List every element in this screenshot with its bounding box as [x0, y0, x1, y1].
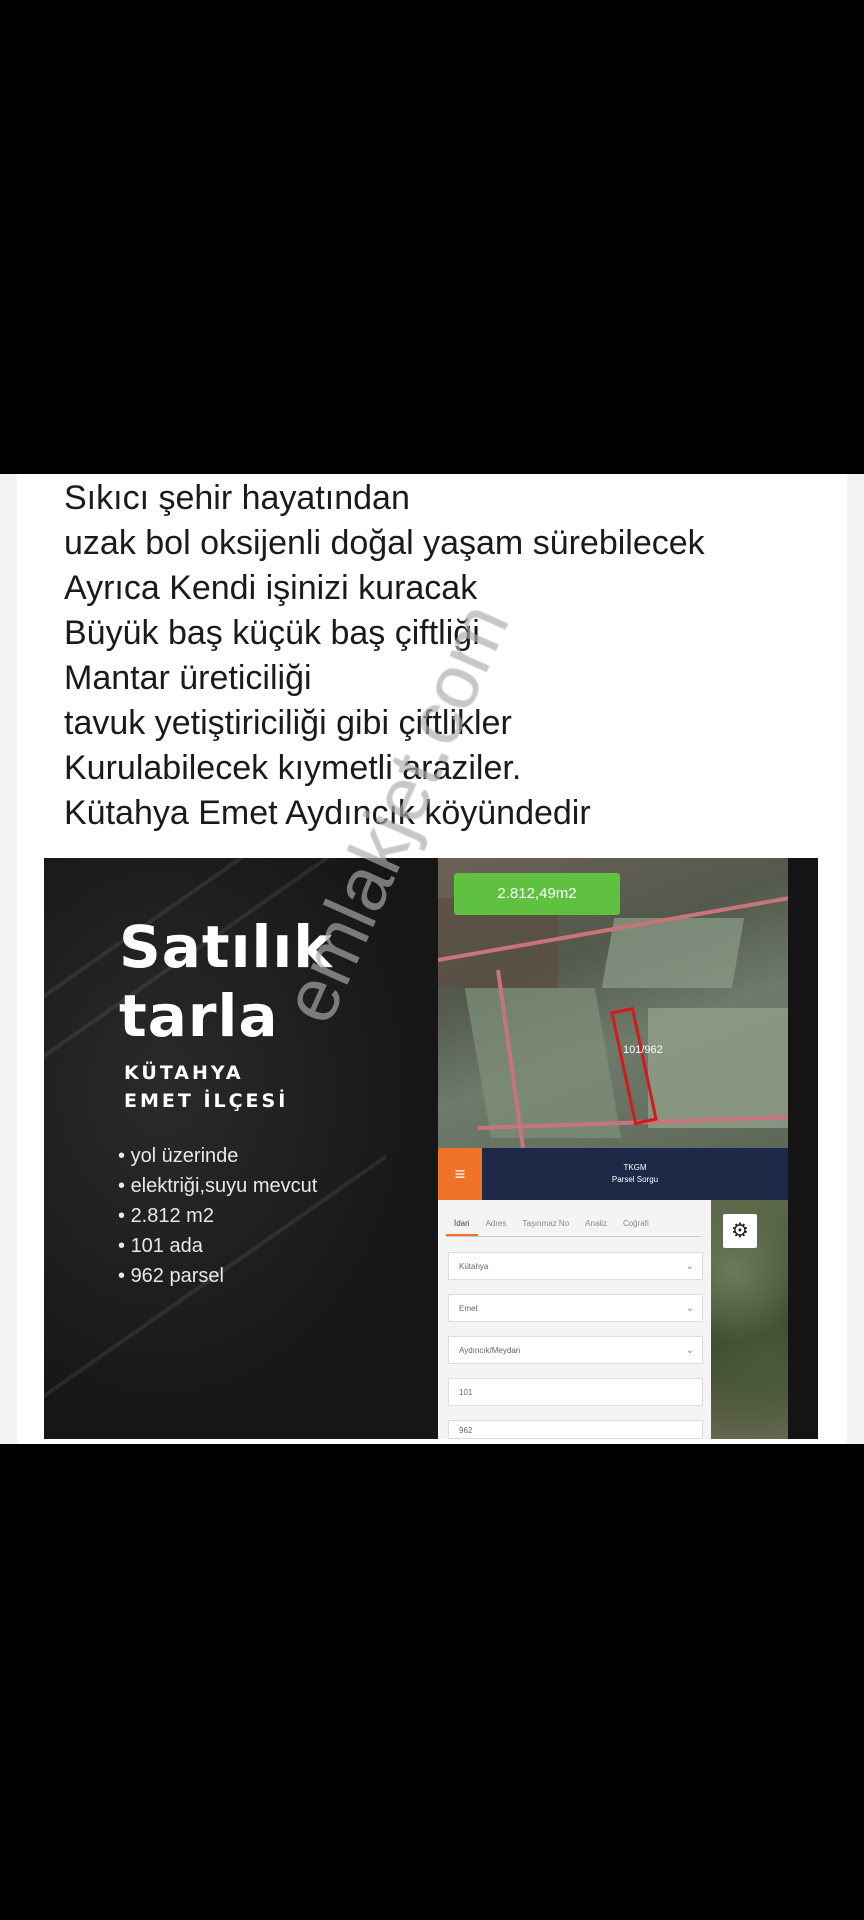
ad-headline: tarla: [119, 982, 279, 1050]
app-subtitle: Parsel Sorgu: [611, 1175, 659, 1184]
ad-location: KÜTAHYA: [124, 1062, 244, 1084]
card-edge-left: [0, 474, 17, 1444]
menu-icon: ≡: [438, 1148, 482, 1200]
neighborhood-value: Aydıncık/Meydan: [459, 1346, 521, 1355]
satellite-map: 2.812,49m2 101/962: [438, 858, 788, 1148]
province-value: Kütahya: [459, 1262, 489, 1271]
map-field: [648, 1008, 788, 1128]
parsel-field: 962: [448, 1420, 703, 1439]
image-edge: [788, 858, 818, 1439]
parcel-label: 101/962: [623, 1044, 663, 1056]
listing-image[interactable]: Satılık tarla KÜTAHYA EMET İLÇESİ yol üz…: [44, 858, 818, 1439]
parsel-value: 962: [459, 1426, 473, 1435]
feature-item: yol üzerinde: [118, 1141, 317, 1171]
tab-analiz: Analiz: [585, 1219, 607, 1228]
feature-item: elektriği,suyu mevcut: [118, 1171, 318, 1201]
app-title: TKGM: [623, 1163, 647, 1172]
district-value: Emet: [459, 1304, 478, 1313]
province-select: Kütahya ⌄: [448, 1252, 703, 1280]
gear-icon: ⚙: [723, 1214, 757, 1248]
ada-value: 101: [459, 1388, 473, 1397]
post-line: Kütahya Emet Aydıncık köyündedir: [64, 794, 591, 832]
feature-item: 2.812 m2: [118, 1201, 317, 1231]
tab-adres: Adres: [485, 1219, 507, 1228]
parcel-query-app: ≡ TKGM Parsel Sorgu İdari Adres Taşınmaz…: [438, 1148, 788, 1439]
chevron-down-icon: ⌄: [685, 1303, 694, 1314]
chevron-down-icon: ⌄: [685, 1261, 694, 1272]
tab-idari: İdari: [446, 1214, 478, 1236]
app-header: ≡ TKGM Parsel Sorgu: [438, 1148, 788, 1200]
area-badge: 2.812,49m2: [454, 873, 620, 915]
post-line: uzak bol oksijenli doğal yaşam sürebilec…: [64, 524, 705, 562]
ada-field: 101: [448, 1378, 703, 1406]
tab-tasinmaz-no: Taşınmaz No: [522, 1219, 570, 1228]
query-tabs: İdari Adres Taşınmaz No Analiz Coğrafi: [446, 1214, 701, 1237]
ad-features: yol üzerinde elektriği,suyu mevcut 2.812…: [118, 1141, 318, 1291]
district-select: Emet ⌄: [448, 1294, 703, 1322]
post-line: Sıkıcı şehir hayatından: [64, 479, 410, 517]
tab-cografi: Coğrafi: [622, 1219, 649, 1228]
chevron-down-icon: ⌄: [685, 1345, 694, 1356]
ad-district: EMET İLÇESİ: [124, 1090, 289, 1112]
feature-item: 101 ada: [118, 1231, 317, 1261]
neighborhood-select: Aydıncık/Meydan ⌄: [448, 1336, 703, 1364]
map-field: [464, 988, 622, 1138]
feature-item: 962 parsel: [118, 1261, 317, 1291]
